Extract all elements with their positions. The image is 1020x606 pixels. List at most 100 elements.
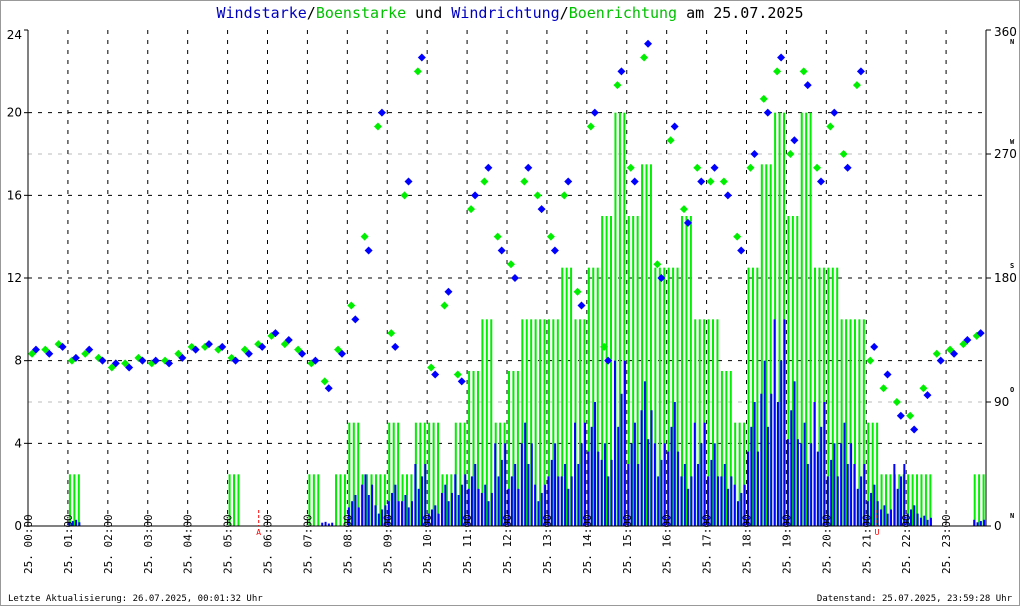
x-tick-label: 25. 23:00	[940, 514, 953, 574]
speed-bar	[367, 495, 370, 526]
speed-bar	[717, 476, 720, 526]
wind-direction-point	[817, 177, 826, 186]
speed-bar	[737, 501, 740, 526]
x-tick-label: 25. 04:00	[182, 514, 195, 574]
speed-bar	[883, 505, 886, 526]
speed-bar	[454, 474, 457, 526]
gust-direction-point	[666, 136, 675, 145]
speed-bar	[766, 426, 769, 526]
gust-direction-point	[932, 349, 941, 358]
gust-bar	[539, 319, 542, 526]
gust-direction-point	[493, 232, 502, 241]
gust-direction-point	[879, 384, 888, 393]
wind-direction-point	[510, 274, 519, 282]
x-tick-label: 25. 07:00	[301, 514, 314, 574]
wind-direction-point	[670, 122, 679, 131]
left-tick-label: 24	[7, 28, 22, 42]
wind-direction-point	[404, 177, 413, 186]
speed-bar	[78, 522, 81, 526]
x-tick-label: 25. 10:00	[421, 514, 434, 574]
speed-bar	[640, 410, 643, 526]
x-tick-label: 25. 05:00	[222, 514, 235, 574]
wind-direction-point	[324, 384, 333, 393]
wind-direction-point	[497, 246, 506, 255]
speed-bar	[687, 488, 690, 526]
x-tick-label: 25. 18:00	[741, 514, 754, 574]
gust-direction-point	[586, 122, 595, 131]
wind-direction-point	[630, 177, 639, 186]
wind-direction-point	[923, 391, 932, 400]
wind-direction-point	[737, 246, 746, 255]
x-tick-label: 25. 11:00	[461, 514, 474, 574]
speed-bar	[593, 402, 596, 526]
speed-bar	[880, 509, 883, 526]
speed-bar	[490, 492, 493, 526]
speed-bar	[520, 443, 523, 526]
right-tick-label: 0	[994, 519, 1002, 533]
wind-direction-point	[417, 53, 426, 62]
speed-bar	[623, 360, 626, 526]
speed-bar	[916, 513, 919, 526]
wind-direction-point	[896, 411, 905, 420]
right-tick-label: 270	[994, 147, 1017, 161]
speed-bar	[324, 521, 327, 526]
speed-bar	[700, 443, 703, 526]
wind-direction-point	[577, 301, 586, 310]
gust-direction-point	[746, 163, 755, 172]
speed-bar	[444, 484, 447, 526]
wind-direction-point	[750, 150, 759, 158]
compass-label: N	[1010, 512, 1014, 520]
speed-bar	[537, 501, 540, 526]
gust-direction-point	[533, 191, 542, 200]
gust-direction-point	[360, 232, 369, 241]
wind-direction-point	[870, 342, 879, 351]
x-tick-label: 25. 14:00	[581, 514, 594, 574]
speed-bar	[919, 517, 922, 526]
speed-bar	[697, 464, 700, 526]
speed-bar	[723, 464, 726, 526]
speed-bar	[813, 402, 816, 526]
wind-direction-point	[910, 425, 919, 434]
speed-bar	[637, 464, 640, 526]
gust-direction-point	[453, 370, 462, 379]
gust-direction-point	[813, 163, 822, 172]
x-tick-label: 25. 01:00	[62, 514, 75, 574]
x-tick-label: 25. 13:00	[541, 514, 554, 574]
gust-direction-point	[613, 81, 622, 90]
x-tick-label: 25. 12:00	[501, 514, 514, 574]
speed-bar	[673, 402, 676, 526]
wind-direction-point	[644, 39, 653, 48]
speed-bar	[643, 381, 646, 526]
gust-direction-point	[653, 260, 662, 269]
speed-bar	[374, 505, 377, 526]
speed-bar	[580, 443, 583, 526]
left-tick-label: 4	[14, 436, 22, 450]
wind-direction-point	[723, 191, 732, 200]
gust-bar	[237, 474, 240, 526]
wind-direction-point	[763, 108, 772, 117]
right-tick-label: 360	[994, 25, 1017, 39]
speed-bar	[770, 393, 773, 526]
speed-bar	[816, 451, 819, 526]
wind-direction-point	[830, 108, 839, 117]
wind-direction-point	[790, 136, 799, 145]
gust-direction-point	[773, 67, 782, 76]
speed-bar	[833, 443, 836, 526]
speed-bar	[524, 422, 527, 526]
speed-bar	[607, 476, 610, 526]
gust-direction-point	[467, 205, 476, 214]
speed-bar	[610, 459, 613, 526]
speed-bar	[517, 488, 520, 526]
speed-bar	[680, 476, 683, 526]
speed-bar	[584, 422, 587, 526]
x-tick-label: 25. 08:00	[341, 514, 354, 574]
speed-bar	[663, 443, 666, 526]
speed-bar	[75, 519, 78, 526]
speed-bar	[856, 488, 859, 526]
gust-direction-point	[759, 94, 768, 103]
speed-bar	[411, 501, 414, 526]
wind-direction-point	[550, 246, 559, 255]
gust-direction-point	[826, 122, 835, 131]
speed-bar	[823, 402, 826, 526]
speed-bar	[929, 517, 932, 526]
